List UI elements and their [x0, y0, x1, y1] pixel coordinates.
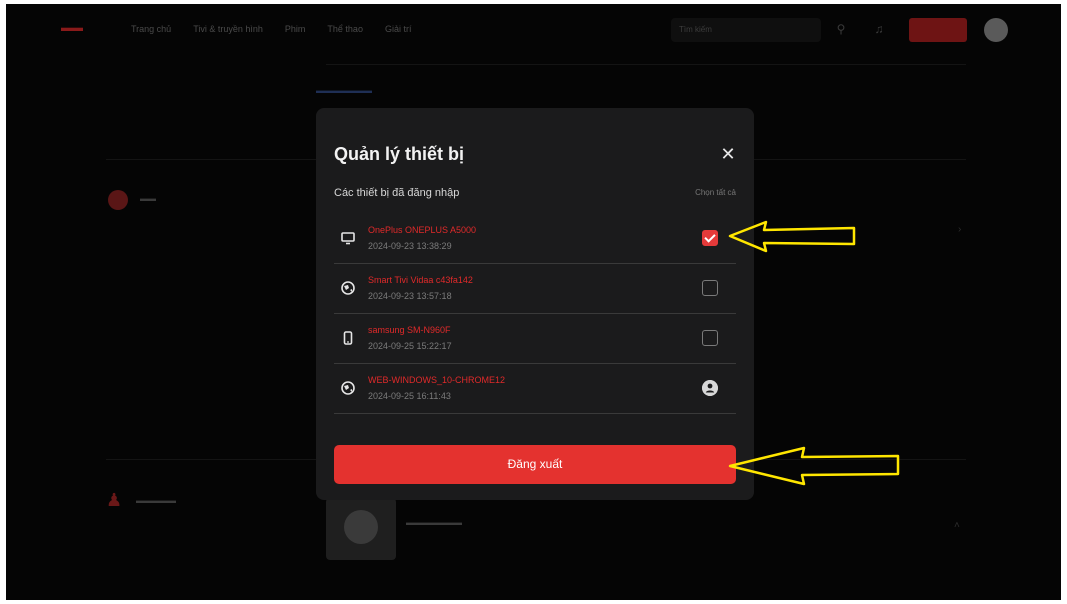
nav-item[interactable]: Giải trí	[385, 24, 412, 34]
bell-icon[interactable]: ♫	[872, 22, 886, 36]
divider	[326, 64, 966, 65]
device-management-modal: Quản lý thiết bị ✕ Các thiết bị đã đăng …	[316, 108, 754, 500]
section-label: ▬▬	[140, 194, 156, 203]
main-nav: Trang chủ Tivi & truyền hình Phim Thể th…	[131, 24, 411, 34]
monitor-icon	[341, 232, 355, 245]
search-input[interactable]: Tìm kiếm	[671, 18, 821, 42]
settings-section-icon	[108, 190, 128, 210]
top-bar: ▬▬ Trang chủ Tivi & truyền hình Phim Thể…	[6, 4, 1061, 56]
avatar[interactable]	[984, 18, 1008, 42]
logged-in-devices-label: Các thiết bị đã đăng nhập	[334, 187, 460, 199]
section-label: ▬▬▬▬▬	[136, 496, 176, 505]
device-login-time: 2024-09-25 16:11:43	[368, 391, 451, 401]
nav-item[interactable]: Trang chủ	[131, 24, 171, 34]
app-screen: ▬▬ Trang chủ Tivi & truyền hình Phim Thể…	[6, 4, 1061, 600]
device-row: WEB-WINDOWS_10-CHROME12 2024-09-25 16:11…	[334, 364, 736, 414]
device-name: samsung SM-N960F	[368, 325, 451, 335]
device-name: WEB-WINDOWS_10-CHROME12	[368, 375, 506, 385]
device-row[interactable]: Smart Tivi Vidaa c43fa142 2024-09-23 13:…	[334, 264, 736, 314]
search-icon[interactable]: ⚲	[834, 22, 848, 36]
current-device-user-icon	[702, 380, 718, 396]
profile-avatar	[326, 498, 396, 560]
device-name: OnePlus ONEPLUS A5000	[368, 225, 477, 235]
device-row[interactable]: OnePlus ONEPLUS A5000 2024-09-23 13:38:2…	[334, 214, 736, 264]
select-all-button[interactable]: Chọn tất cả	[695, 188, 736, 197]
background-link: ▬▬▬▬▬▬▬	[316, 86, 372, 95]
globe-icon	[341, 281, 355, 295]
chevron-up-icon: ˄	[954, 520, 960, 531]
header-action-button[interactable]	[909, 18, 967, 42]
user-icon: ♟	[106, 490, 123, 510]
device-checkbox[interactable]	[702, 330, 718, 346]
device-row[interactable]: samsung SM-N960F 2024-09-25 15:22:17	[334, 314, 736, 364]
nav-item[interactable]: Phim	[285, 24, 306, 34]
profile-username: ▬▬▬▬▬▬▬	[406, 518, 462, 527]
device-login-time: 2024-09-23 13:38:29	[368, 241, 452, 251]
device-login-time: 2024-09-25 15:22:17	[368, 341, 452, 351]
phone-icon	[343, 331, 353, 345]
logo: ▬▬	[61, 22, 83, 34]
device-name: Smart Tivi Vidaa c43fa142	[368, 275, 473, 285]
logout-button[interactable]: Đăng xuất	[334, 445, 736, 484]
close-icon[interactable]: ✕	[718, 144, 738, 164]
device-checkbox[interactable]	[702, 230, 718, 246]
nav-item[interactable]: Tivi & truyền hình	[193, 24, 263, 34]
nav-item[interactable]: Thể thao	[327, 24, 363, 34]
device-login-time: 2024-09-23 13:57:18	[368, 291, 452, 301]
globe-icon	[341, 381, 355, 395]
device-list: OnePlus ONEPLUS A5000 2024-09-23 13:38:2…	[334, 214, 736, 414]
device-checkbox[interactable]	[702, 280, 718, 296]
chevron-right-icon: ›	[958, 224, 962, 235]
modal-title: Quản lý thiết bị	[334, 144, 465, 164]
annotation-arrow	[728, 220, 856, 253]
annotation-arrow	[728, 446, 900, 486]
